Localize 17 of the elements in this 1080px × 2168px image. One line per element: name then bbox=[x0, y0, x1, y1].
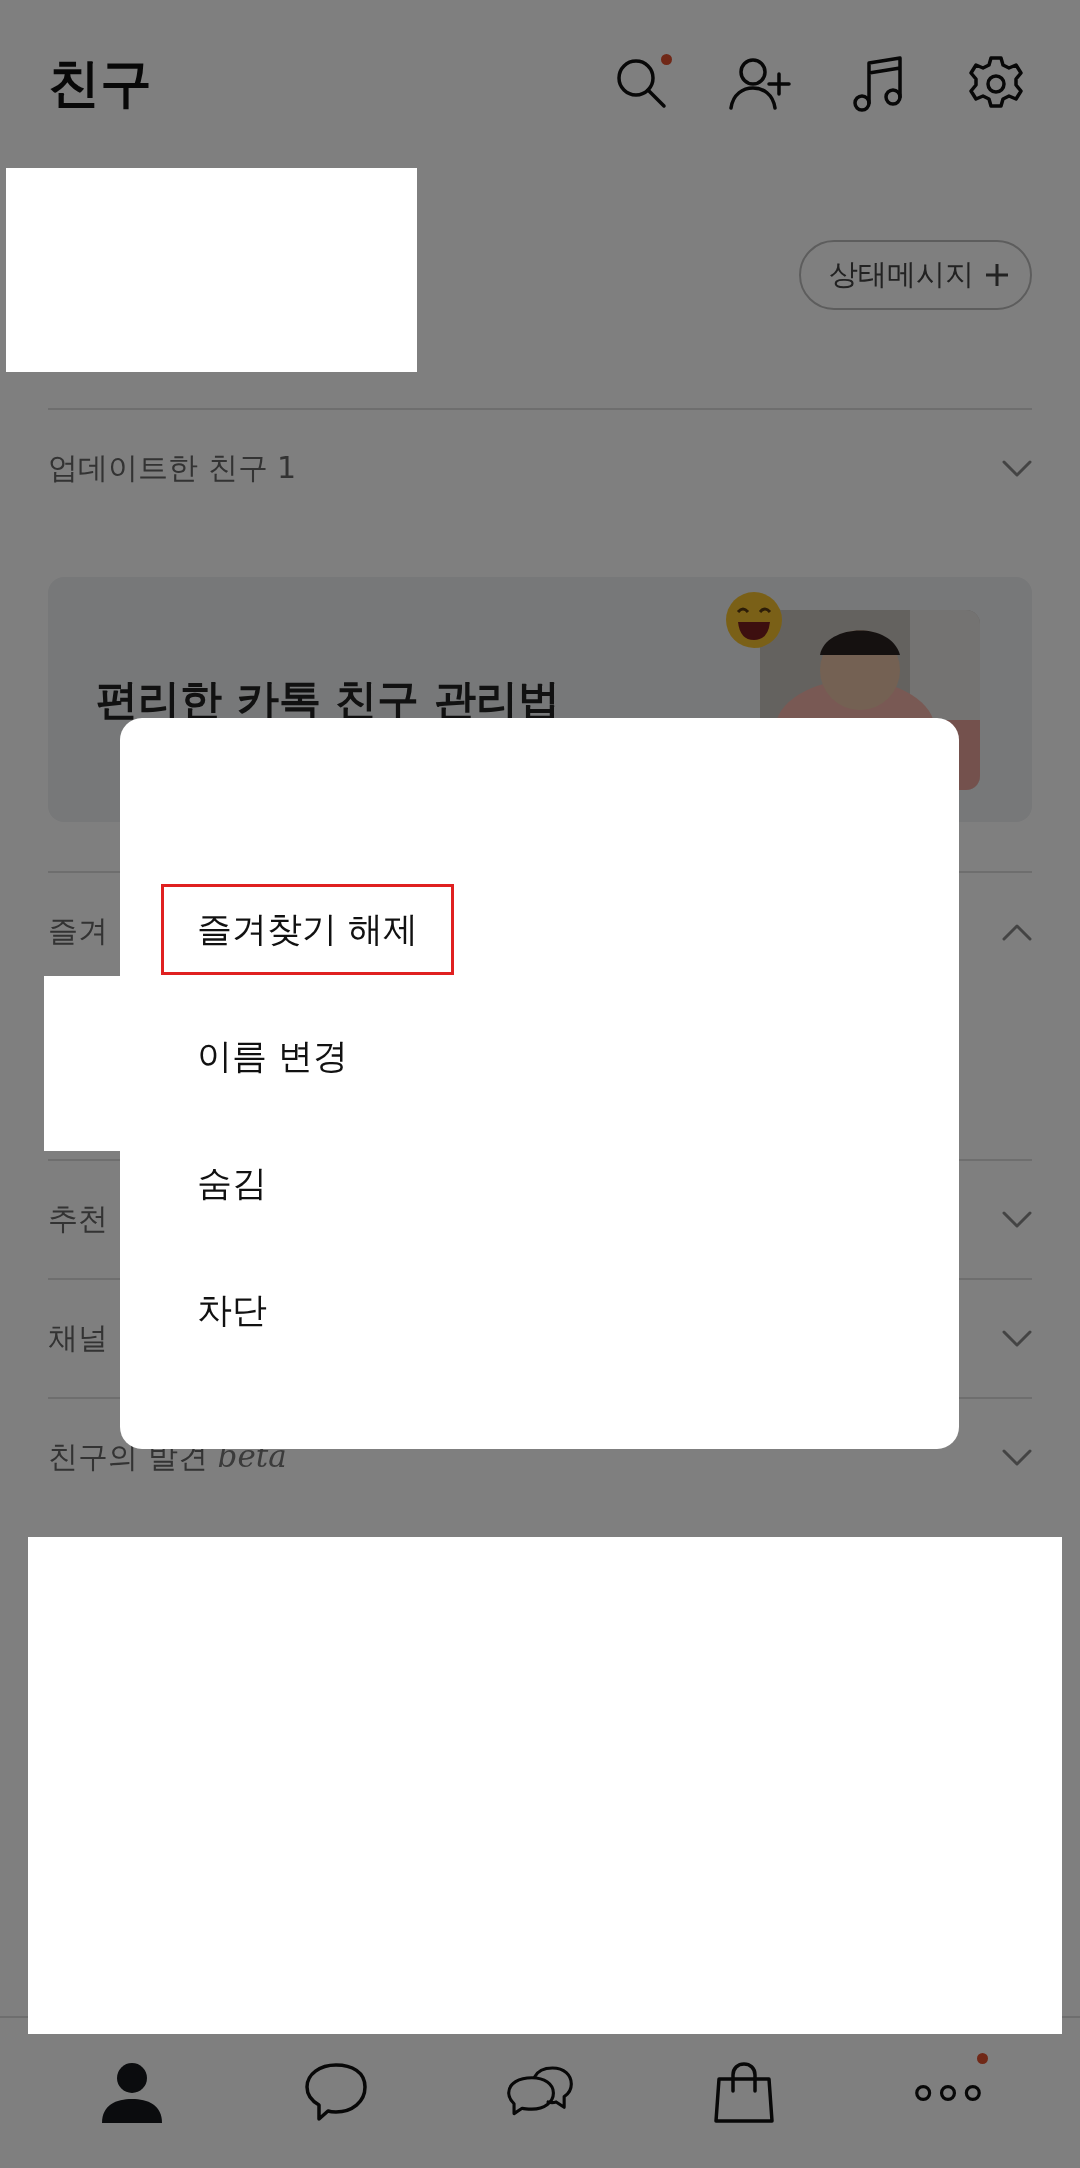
add-person-icon bbox=[727, 56, 793, 112]
laughing-emoji-icon bbox=[724, 589, 784, 650]
section-label: 업데이트한 친구 1 bbox=[48, 449, 297, 487]
page-title: 친구 bbox=[48, 52, 153, 115]
notification-dot bbox=[661, 54, 672, 65]
more-icon bbox=[914, 2083, 982, 2103]
section-label: 즐겨 bbox=[48, 912, 108, 950]
music-note-icon bbox=[851, 54, 905, 114]
speech-bubble-icon bbox=[304, 2062, 368, 2124]
section-label: 채널 bbox=[48, 1319, 108, 1357]
plus-icon bbox=[984, 262, 1010, 288]
shopping-bag-icon bbox=[713, 2061, 775, 2125]
section-label: 추천 bbox=[48, 1200, 108, 1238]
status-message-button[interactable]: 상태메시지 bbox=[799, 240, 1032, 310]
notification-dot bbox=[977, 2053, 988, 2064]
menu-item[interactable]: 즐겨찾기 해제 bbox=[161, 884, 455, 975]
person-icon bbox=[100, 2061, 164, 2125]
